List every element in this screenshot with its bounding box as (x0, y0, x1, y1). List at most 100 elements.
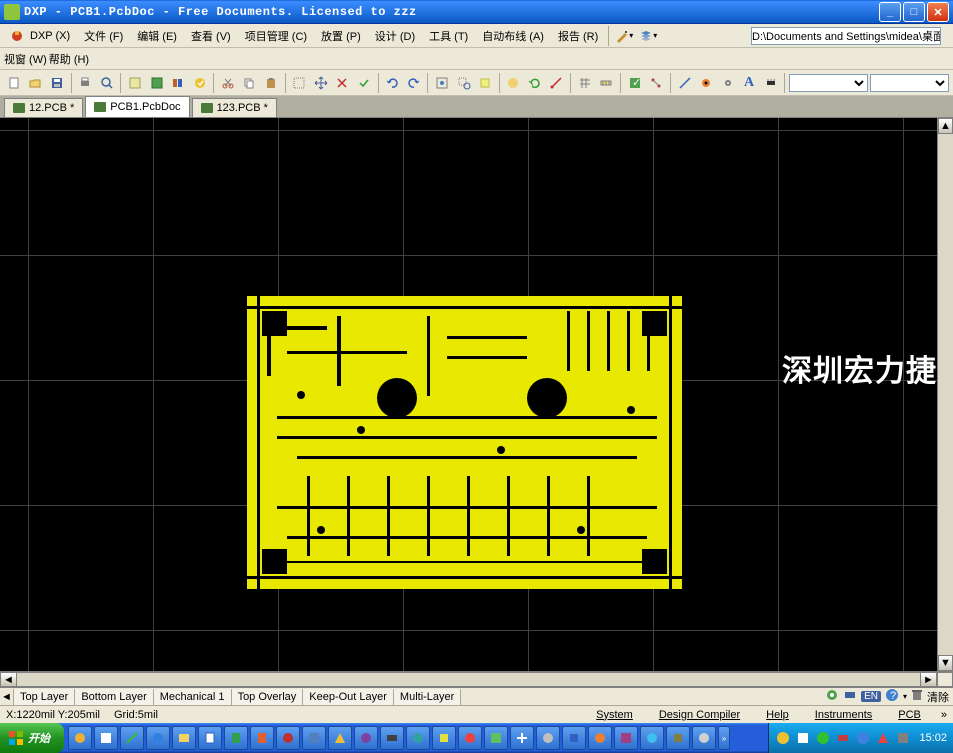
layers-split-icon[interactable] (843, 688, 857, 705)
taskbar-clock[interactable]: 15:02 (915, 732, 947, 744)
library-button[interactable] (168, 72, 188, 94)
schematic-button[interactable] (125, 72, 145, 94)
menu-view[interactable]: 查看 (V) (185, 26, 237, 46)
layer-tab-overlay[interactable]: Top Overlay (232, 689, 304, 705)
units-button[interactable] (597, 72, 617, 94)
panel-pcb[interactable]: PCB (892, 709, 927, 721)
deselect-button[interactable] (333, 72, 353, 94)
cut-button[interactable] (218, 72, 238, 94)
maximize-button[interactable]: □ (903, 2, 925, 22)
layer-tab-keepout[interactable]: Keep-Out Layer (303, 689, 394, 705)
ql-item-9[interactable] (276, 726, 300, 750)
compile-button[interactable] (190, 72, 210, 94)
close-button[interactable]: ✕ (927, 2, 949, 22)
scroll-left-button[interactable]: ◄ (1, 673, 17, 686)
menu-autoroute[interactable]: 自动布线 (A) (476, 26, 550, 46)
tray-icon-5[interactable] (855, 730, 871, 746)
horizontal-scrollbar[interactable]: ◄ ► (0, 672, 937, 687)
move-button[interactable] (311, 72, 331, 94)
layer-tab-multi[interactable]: Multi-Layer (394, 689, 461, 705)
ql-item-4[interactable] (146, 726, 170, 750)
scroll-up-button[interactable]: ▲ (938, 118, 953, 134)
ql-item-10[interactable] (302, 726, 326, 750)
drc-button[interactable]: ✓ (625, 72, 645, 94)
scroll-right-button[interactable]: ► (920, 673, 936, 686)
start-button[interactable]: 开始 (0, 723, 64, 753)
menu-window[interactable]: 视窗 (W) (4, 51, 47, 67)
vertical-scrollbar[interactable]: ▲ ▼ (937, 118, 953, 671)
ql-item-15[interactable] (432, 726, 456, 750)
save-button[interactable] (47, 72, 67, 94)
ql-item-2[interactable] (94, 726, 118, 750)
crossprobe-button[interactable] (547, 72, 567, 94)
tray-icon-7[interactable] (895, 730, 911, 746)
tray-icon-1[interactable] (775, 730, 791, 746)
menu-reports[interactable]: 报告 (R) (552, 26, 604, 46)
minimize-button[interactable]: _ (879, 2, 901, 22)
ql-item-21[interactable] (588, 726, 612, 750)
browse-button[interactable] (504, 72, 524, 94)
ql-item-20[interactable] (562, 726, 586, 750)
ql-item-6[interactable] (198, 726, 222, 750)
menu-design[interactable]: 设计 (D) (369, 26, 421, 46)
clear-label[interactable]: 清除 (927, 689, 949, 705)
menu-project[interactable]: 项目管理 (C) (239, 26, 313, 46)
ql-item-19[interactable] (536, 726, 560, 750)
doc-tab-2[interactable]: 123.PCB * (192, 98, 277, 117)
panel-system[interactable]: System (590, 709, 639, 721)
pcb-editor-canvas[interactable]: 深圳宏力捷 (0, 118, 937, 671)
menu-help[interactable]: 帮助 (H) (49, 51, 89, 67)
panel-design-compiler[interactable]: Design Compiler (653, 709, 746, 721)
ql-item-5[interactable] (172, 726, 196, 750)
layer-tab-bottom[interactable]: Bottom Layer (75, 689, 153, 705)
ql-item-17[interactable] (484, 726, 508, 750)
ql-item-13[interactable] (380, 726, 404, 750)
menu-tools[interactable]: 工具 (T) (423, 26, 474, 46)
pcb-button[interactable] (147, 72, 167, 94)
layer-combo-1[interactable] (789, 74, 868, 92)
ql-item-3[interactable] (120, 726, 144, 750)
redo-button[interactable] (404, 72, 424, 94)
net-button[interactable] (646, 72, 666, 94)
layer-combo-2[interactable] (870, 74, 949, 92)
layertab-scroll-left[interactable]: ◄ (0, 689, 14, 705)
ql-item-1[interactable] (68, 726, 92, 750)
place-via-button[interactable] (718, 72, 738, 94)
place-text-button[interactable]: A (739, 72, 759, 94)
print-button[interactable] (75, 72, 95, 94)
ql-item-8[interactable] (250, 726, 274, 750)
toolbar-brush-icon[interactable]: ▾ (613, 25, 635, 47)
layer-tab-top[interactable]: Top Layer (14, 689, 75, 705)
menu-dxp[interactable]: DXP (X) (4, 27, 76, 45)
tray-icon-3[interactable] (815, 730, 831, 746)
preview-button[interactable] (97, 72, 117, 94)
ql-item-25[interactable] (692, 726, 716, 750)
menu-file[interactable]: 文件 (F) (78, 26, 129, 46)
zoom-selected-button[interactable] (475, 72, 495, 94)
path-input[interactable] (751, 27, 941, 45)
ql-item-7[interactable] (224, 726, 248, 750)
panel-help[interactable]: Help (760, 709, 795, 721)
ql-item-22[interactable] (614, 726, 638, 750)
scroll-thumb[interactable] (938, 134, 953, 655)
place-pad-button[interactable] (696, 72, 716, 94)
grid-button[interactable] (575, 72, 595, 94)
menu-place[interactable]: 放置 (P) (315, 26, 367, 46)
tray-icon-4[interactable] (835, 730, 851, 746)
paste-button[interactable] (261, 72, 281, 94)
ql-item-14[interactable] (406, 726, 430, 750)
ql-item-23[interactable] (640, 726, 664, 750)
help-icon[interactable]: ? (885, 688, 899, 705)
clear-button[interactable] (354, 72, 374, 94)
tray-icon-2[interactable] (795, 730, 811, 746)
ql-item-11[interactable] (328, 726, 352, 750)
path-combo[interactable] (751, 27, 941, 45)
panel-instruments[interactable]: Instruments (809, 709, 878, 721)
zoom-fit-button[interactable] (432, 72, 452, 94)
menu-edit[interactable]: 编辑 (E) (131, 26, 183, 46)
lang-badge[interactable]: EN (861, 691, 881, 702)
mask-icon[interactable] (825, 688, 839, 705)
doc-tab-1[interactable]: PCB1.PcbDoc (85, 96, 189, 117)
copy-button[interactable] (240, 72, 260, 94)
ql-item-12[interactable] (354, 726, 378, 750)
